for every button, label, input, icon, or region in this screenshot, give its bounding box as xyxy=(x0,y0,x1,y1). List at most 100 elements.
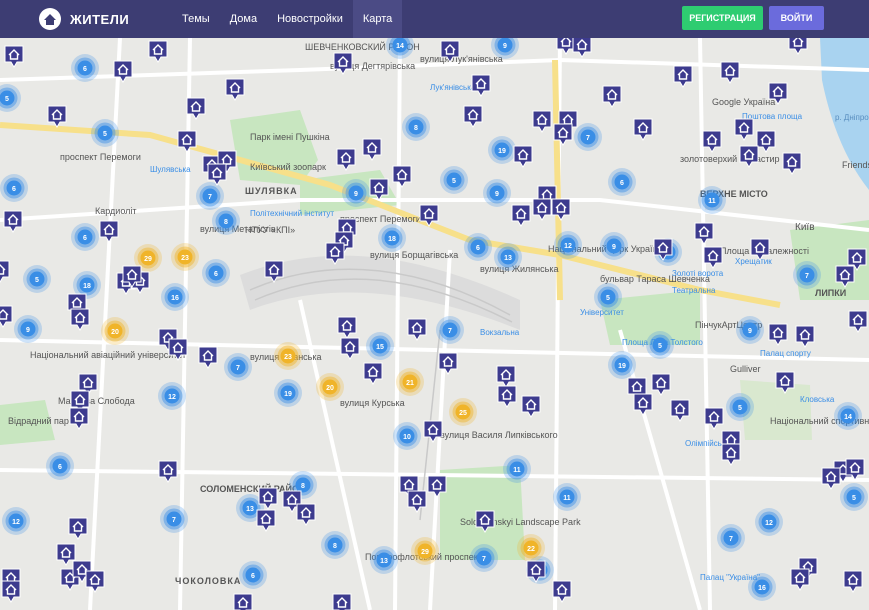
cluster-count: 25 xyxy=(459,410,467,417)
cluster-marker[interactable]: 7 xyxy=(436,316,464,344)
cluster-marker[interactable]: 23 xyxy=(274,342,302,370)
cluster-marker[interactable]: 5 xyxy=(594,283,622,311)
cluster-count: 15 xyxy=(376,344,384,351)
cluster-marker[interactable]: 15 xyxy=(366,332,394,360)
cluster-marker[interactable]: 12 xyxy=(554,231,582,259)
cluster-count: 20 xyxy=(326,385,334,392)
cluster-marker[interactable]: 9 xyxy=(342,179,370,207)
cluster-marker[interactable]: 5 xyxy=(840,483,868,511)
cluster-count: 19 xyxy=(284,391,292,398)
cluster-marker[interactable]: 22 xyxy=(517,534,545,562)
cluster-marker[interactable]: 9 xyxy=(14,315,42,343)
cluster-marker[interactable]: 19 xyxy=(488,136,516,164)
cluster-marker[interactable]: 19 xyxy=(274,379,302,407)
cluster-count: 9 xyxy=(612,244,616,251)
cluster-marker[interactable]: 8 xyxy=(321,531,349,559)
place-label: Вокзальна xyxy=(480,328,520,337)
logo[interactable]: ЖИТЕЛИ xyxy=(38,7,129,31)
street-label: вулиця Василя Липківського xyxy=(440,430,558,440)
place-label: золотоверхий монастир xyxy=(680,154,780,164)
cluster-count: 13 xyxy=(380,558,388,565)
register-button[interactable]: РЕГИСТРАЦИЯ xyxy=(682,6,763,30)
city-map[interactable]: ШЕВЧЕНКОВСКИЙ РАЙОН ШУЛЯВКА СОЛОМЕНСКИЙ … xyxy=(0,38,869,610)
cluster-marker[interactable]: 9 xyxy=(483,179,511,207)
cluster-marker[interactable]: 20 xyxy=(316,373,344,401)
place-label: Мачлова Слобода xyxy=(58,396,135,406)
street-label: вулиця Борщагівська xyxy=(370,250,458,260)
district-label: ЧОКОЛОВКА xyxy=(175,576,241,586)
cluster-marker[interactable]: 20 xyxy=(101,317,129,345)
cluster-count: 6 xyxy=(58,464,62,471)
cluster-marker[interactable]: 7 xyxy=(717,524,745,552)
cluster-count: 7 xyxy=(586,135,590,142)
cluster-count: 6 xyxy=(12,186,16,193)
cluster-marker[interactable]: 6 xyxy=(608,168,636,196)
cluster-marker[interactable]: 12 xyxy=(755,508,783,536)
cluster-marker[interactable]: 11 xyxy=(698,186,726,214)
cluster-count: 7 xyxy=(236,365,240,372)
cluster-marker[interactable]: 5 xyxy=(646,331,674,359)
cluster-count: 9 xyxy=(26,327,30,334)
cluster-marker[interactable]: 7 xyxy=(224,353,252,381)
cluster-marker[interactable]: 5 xyxy=(726,393,754,421)
cluster-marker[interactable]: 7 xyxy=(196,182,224,210)
cluster-marker[interactable]: 16 xyxy=(748,573,776,601)
nav-houses[interactable]: Дома xyxy=(220,0,267,38)
cluster-marker[interactable]: 6 xyxy=(71,54,99,82)
cluster-marker[interactable]: 8 xyxy=(212,207,240,235)
cluster-count: 7 xyxy=(729,536,733,543)
cluster-marker[interactable]: 6 xyxy=(46,452,74,480)
cluster-marker[interactable]: 7 xyxy=(160,505,188,533)
cluster-marker[interactable]: 25 xyxy=(449,398,477,426)
place-label: Політехнічний інститут xyxy=(250,209,334,218)
cluster-marker[interactable]: 14 xyxy=(834,402,862,430)
cluster-marker[interactable]: 23 xyxy=(171,243,199,271)
cluster-count: 21 xyxy=(406,380,414,387)
cluster-marker[interactable]: 5 xyxy=(440,166,468,194)
cluster-marker[interactable]: 6 xyxy=(71,223,99,251)
cluster-marker[interactable]: 6 xyxy=(0,174,28,202)
cluster-marker[interactable]: 9 xyxy=(600,232,628,260)
cluster-count: 18 xyxy=(388,236,396,243)
cluster-marker[interactable]: 6 xyxy=(202,259,230,287)
cluster-marker[interactable]: 18 xyxy=(378,224,406,252)
cluster-marker[interactable]: 5 xyxy=(91,119,119,147)
home-logo-icon xyxy=(39,8,61,30)
cluster-count: 11 xyxy=(708,198,716,205)
street-label: вулиця Жилянська xyxy=(480,264,558,274)
cluster-count: 5 xyxy=(452,178,456,185)
cluster-count: 6 xyxy=(83,235,87,242)
main-nav: Темы Дома Новостройки Карта xyxy=(172,0,403,38)
cluster-marker[interactable]: 7 xyxy=(793,261,821,289)
cluster-marker[interactable]: 16 xyxy=(161,283,189,311)
nav-new-buildings[interactable]: Новостройки xyxy=(267,0,353,38)
cluster-marker[interactable]: 19 xyxy=(608,351,636,379)
place-label: Лук'янівська xyxy=(430,83,476,92)
house-pin-icon[interactable] xyxy=(233,593,253,610)
cluster-marker[interactable]: 7 xyxy=(470,544,498,572)
cluster-count: 6 xyxy=(251,573,255,580)
cluster-marker[interactable]: 9 xyxy=(736,316,764,344)
cluster-marker[interactable]: 6 xyxy=(464,233,492,261)
cluster-marker[interactable]: 11 xyxy=(553,483,581,511)
cluster-marker[interactable]: 13 xyxy=(370,546,398,574)
cluster-marker[interactable]: 12 xyxy=(2,507,30,535)
nav-topics[interactable]: Темы xyxy=(172,0,220,38)
cluster-marker[interactable]: 29 xyxy=(411,537,439,565)
cluster-marker[interactable]: 5 xyxy=(23,265,51,293)
cluster-marker[interactable]: 11 xyxy=(503,455,531,483)
cluster-count: 5 xyxy=(5,96,9,103)
cluster-marker[interactable]: 6 xyxy=(239,561,267,589)
cluster-marker[interactable]: 21 xyxy=(396,368,424,396)
cluster-count: 5 xyxy=(103,131,107,138)
cluster-count: 14 xyxy=(396,43,404,50)
login-button[interactable]: ВОЙТИ xyxy=(769,6,824,30)
house-pin-icon[interactable] xyxy=(332,593,352,610)
cluster-marker[interactable]: 13 xyxy=(494,243,522,271)
cluster-marker[interactable]: 7 xyxy=(574,123,602,151)
cluster-marker[interactable]: 12 xyxy=(158,382,186,410)
cluster-count: 10 xyxy=(403,434,411,441)
cluster-marker[interactable]: 8 xyxy=(402,113,430,141)
cluster-marker[interactable]: 10 xyxy=(393,422,421,450)
nav-map[interactable]: Карта xyxy=(352,0,403,38)
